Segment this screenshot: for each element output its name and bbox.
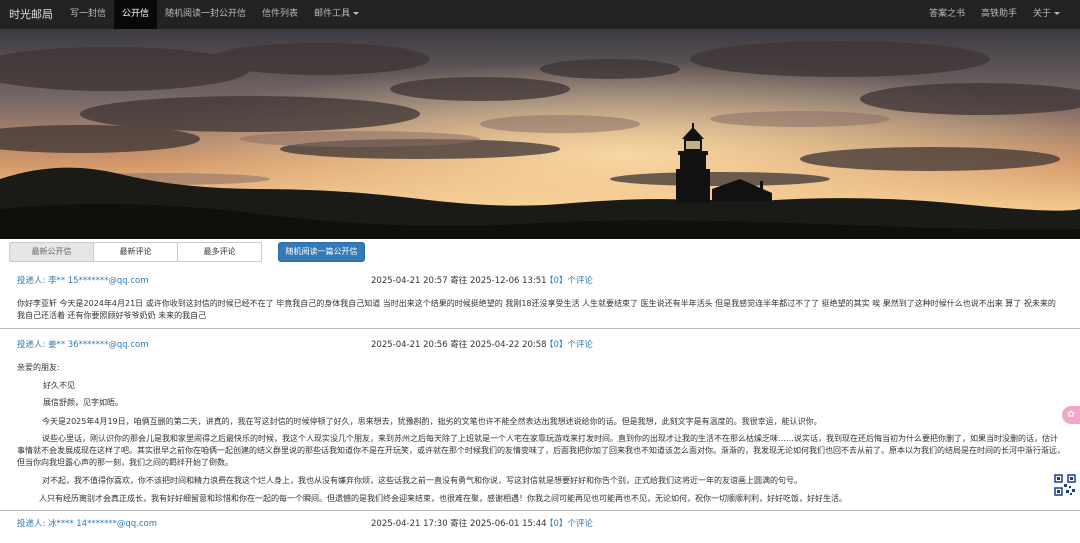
nav-letter-list[interactable]: 信件列表 xyxy=(254,0,306,29)
letter-dates: 2025-04-21 20:56 寄往 2025-04-22 20:58 xyxy=(371,340,547,350)
letter-paragraph: 对不起，我不值得你喜欢，你不该把时间和精力浪费在我这个烂人身上，我也从没有嫌弃你… xyxy=(42,476,802,485)
letter-paragraph: 今天是2025年4月19日，咱俩互删的第二天，讲真的，我在写这封信的时候停顿了好… xyxy=(42,417,822,426)
brand-logo[interactable]: 时光邮局 xyxy=(0,0,62,29)
letter-dates: 2025-04-21 20:57 寄往 2025-12-06 13:51 xyxy=(371,276,547,286)
navbar-right: 答案之书 高铁助手 关于 xyxy=(921,0,1080,29)
nav-train-helper[interactable]: 高铁助手 xyxy=(973,0,1025,29)
nav-about[interactable]: 关于 xyxy=(1025,0,1068,29)
letter-comments-link[interactable]: 【0】个评论 xyxy=(545,274,593,286)
letter-author-link[interactable]: 投递人: 姜** 36*******@qq.com xyxy=(17,338,148,350)
letter-author-link[interactable]: 投递人: 冰**** 14*******@qq.com xyxy=(17,517,157,529)
nav-mail-tools[interactable]: 邮件工具 xyxy=(306,0,367,29)
letter-body: 你好李亚轩 今天是2024年4月21日 或许你收到这封信的时候已经不在了 毕竟我… xyxy=(17,299,1056,320)
letter-header: 投递人: 姜** 36*******@qq.com 2025-04-21 20:… xyxy=(0,334,1080,354)
letter-comments-link[interactable]: 【0】个评论 xyxy=(545,338,593,350)
letter-salutation: 亲爱的朋友: xyxy=(17,363,60,372)
letter-comments-link[interactable]: 【0】个评论 xyxy=(545,517,593,529)
nav-public-letters[interactable]: 公开信 xyxy=(114,0,158,29)
letter-dates: 2025-04-21 17:30 寄往 2025-06-01 15:44 xyxy=(371,519,547,529)
lighthouse-sunset-illustration xyxy=(0,29,1080,239)
letter-tab-bar: 最新公开信 最新评论 最多评论 随机阅读一篇公开信 xyxy=(0,240,1080,264)
letter-divider xyxy=(0,328,1080,329)
tab-latest-comments[interactable]: 最新评论 xyxy=(93,242,178,262)
chat-bubble-icon[interactable]: ✿ xyxy=(1062,406,1080,424)
letter-header: 投递人: 冰**** 14*******@qq.com 2025-04-21 1… xyxy=(0,513,1080,533)
nav-about-label: 关于 xyxy=(1032,9,1051,19)
nav-write-letter[interactable]: 写一封信 xyxy=(62,0,114,29)
letter-header: 投递人: 李** 15*******@qq.com 2025-04-21 20:… xyxy=(0,270,1080,290)
qr-code-icon[interactable] xyxy=(1054,474,1076,496)
letter-paragraph: 说些心里话，刚认识你的那会儿是我和家里闹得之后最快乐的时候，我这个人现实没几个朋… xyxy=(17,434,1065,467)
tab-latest-letters[interactable]: 最新公开信 xyxy=(9,242,94,262)
letter-paragraph: 人只有经历离别才会真正成长，我有好好细留意和珍惜和你在一起的每一个瞬间。但遗憾的… xyxy=(39,494,847,503)
banner-image xyxy=(0,29,1080,239)
navbar: 时光邮局 写一封信 公开信 随机阅读一封公开信 信件列表 邮件工具 答案之书 高… xyxy=(0,0,1080,29)
nav-random-read[interactable]: 随机阅读一封公开信 xyxy=(157,0,254,29)
nav-book-of-answers[interactable]: 答案之书 xyxy=(921,0,973,29)
letter-line: 展信舒颜，见字如晤。 xyxy=(43,398,123,407)
letter-author-link[interactable]: 投递人: 李** 15*******@qq.com xyxy=(17,274,148,286)
random-read-button[interactable]: 随机阅读一篇公开信 xyxy=(278,242,365,262)
letter-divider xyxy=(0,510,1080,511)
letter-line: 好久不见 xyxy=(43,381,75,390)
chevron-down-icon xyxy=(1054,12,1060,15)
chevron-down-icon xyxy=(353,12,360,15)
nav-mail-tools-label: 邮件工具 xyxy=(314,9,351,19)
tab-most-comments[interactable]: 最多评论 xyxy=(177,242,262,262)
